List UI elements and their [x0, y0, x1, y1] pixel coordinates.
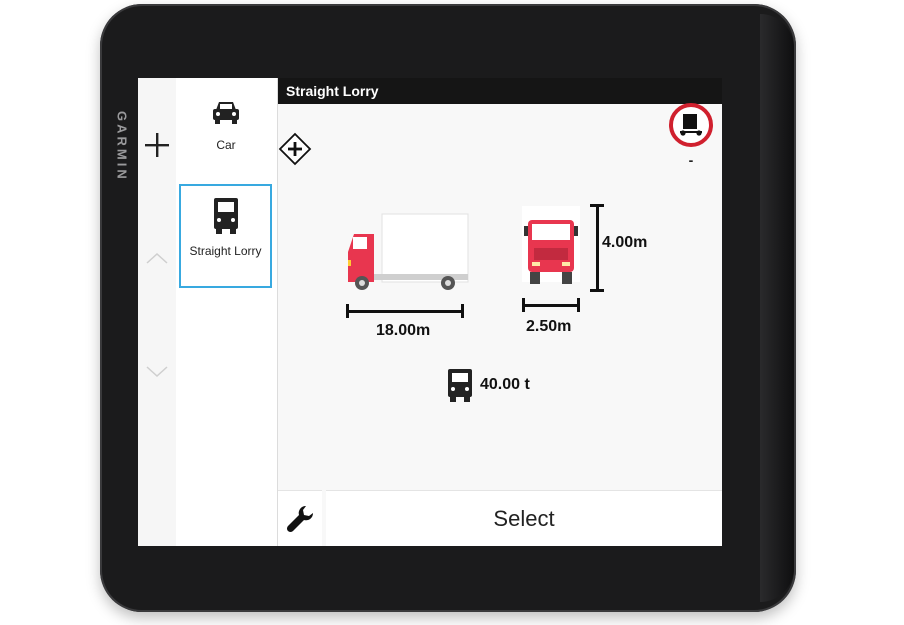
profile-item-straight-lorry[interactable]: Straight Lorry — [179, 184, 272, 288]
width-dimension-cap-left — [522, 298, 525, 312]
weight-value: 40.00 t — [480, 376, 530, 393]
restriction-sign-icon[interactable] — [668, 102, 714, 148]
weight-truck-icon — [448, 369, 472, 402]
add-profile-button[interactable] — [142, 130, 172, 160]
profile-label-car: Car — [216, 138, 236, 152]
profile-list: Car Straight Lorry — [176, 78, 278, 546]
plus-icon — [145, 133, 169, 157]
wrench-icon — [286, 505, 314, 533]
restriction-value: - — [688, 152, 694, 168]
chevron-up-icon — [146, 252, 168, 264]
profile-item-car[interactable]: Car — [180, 92, 272, 178]
scroll-down-button[interactable] — [144, 362, 170, 382]
car-icon — [213, 102, 239, 124]
scroll-up-button[interactable] — [144, 248, 170, 268]
hazmat-icon[interactable] — [278, 132, 312, 166]
lorry-icon — [213, 198, 238, 234]
height-dimension-line — [596, 204, 599, 292]
device-edge — [760, 14, 794, 602]
width-value: 2.50m — [526, 318, 572, 335]
brand-logo: GARMIN — [114, 110, 130, 182]
length-dimension-line — [346, 310, 464, 313]
height-dimension-cap-bottom — [590, 289, 604, 292]
truck-side-view — [348, 213, 469, 290]
length-value: 18.00m — [376, 322, 431, 339]
screen: Car Straight Lorry Straight Lorry - 18.0… — [138, 78, 722, 546]
width-dimension-cap-right — [577, 298, 580, 312]
chevron-down-icon — [146, 366, 168, 378]
settings-button[interactable] — [278, 490, 322, 546]
page-title: Straight Lorry — [278, 78, 722, 104]
length-dimension-cap-left — [346, 304, 349, 318]
truck-front-view — [522, 206, 580, 284]
width-dimension-line — [522, 304, 580, 307]
profile-label-straight-lorry: Straight Lorry — [189, 244, 262, 258]
length-dimension-cap-right — [461, 304, 464, 318]
height-value: 4.00m — [602, 234, 648, 251]
profile-controls — [138, 78, 176, 546]
select-button[interactable]: Select — [326, 490, 722, 546]
profile-detail: Straight Lorry - 18.00m 2.50m 4.00m 40.0… — [278, 78, 722, 546]
height-dimension-cap-top — [590, 204, 604, 207]
